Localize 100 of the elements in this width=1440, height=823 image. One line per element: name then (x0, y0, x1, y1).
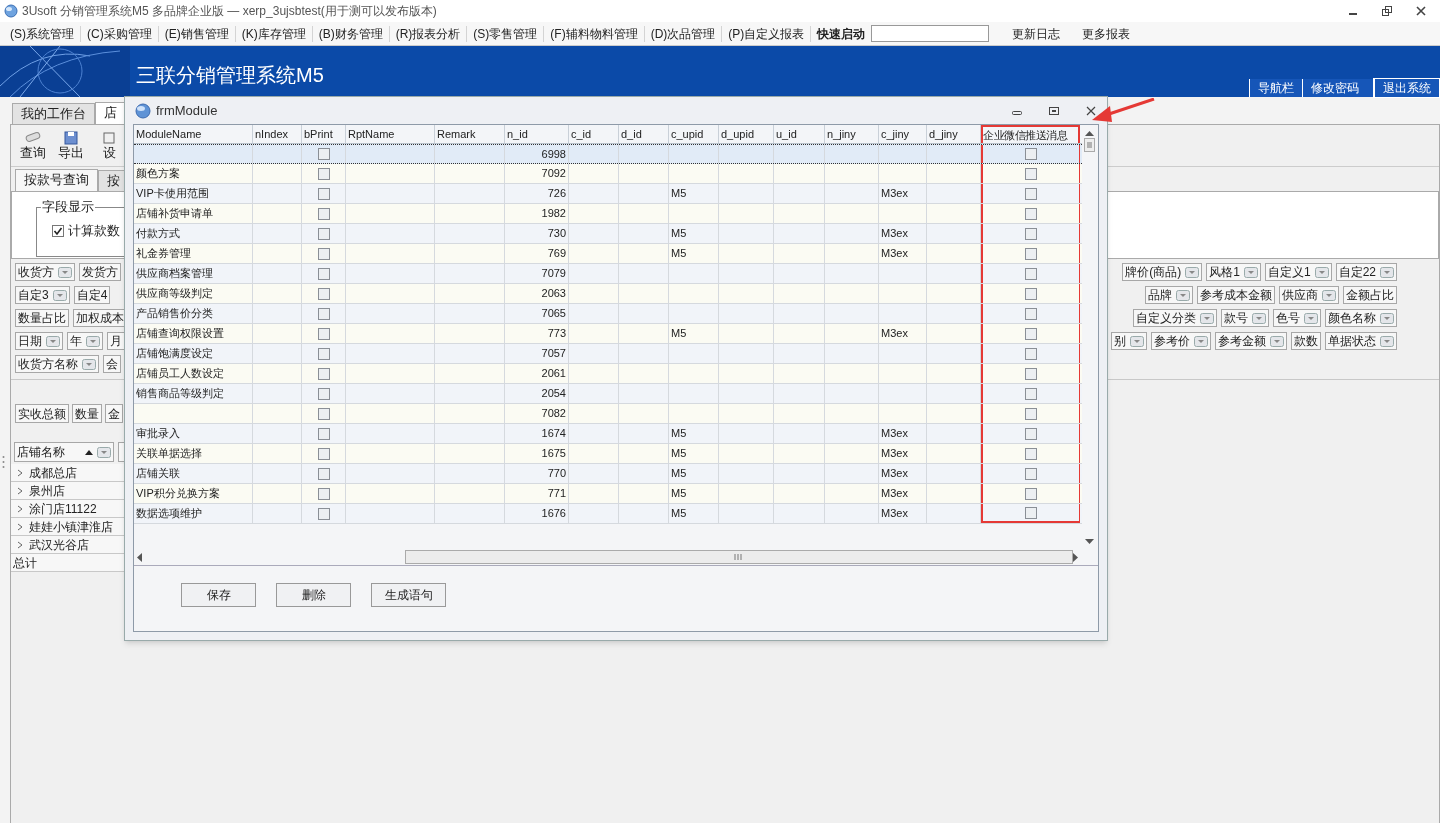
checkbox[interactable] (317, 367, 330, 380)
dropdown-icon[interactable] (1176, 289, 1190, 301)
field-chip[interactable]: 加权成本 (73, 309, 127, 327)
field-chip[interactable]: 参考金额 (1215, 332, 1287, 350)
field-chip[interactable]: 款数 (1291, 332, 1321, 350)
menu-item[interactable]: (K)库存管理 (235, 25, 313, 42)
grip-icon[interactable] (2, 455, 5, 469)
table-row[interactable]: 供应商档案管理 7079 (134, 264, 1082, 284)
field-chip[interactable]: 日期 (15, 332, 63, 350)
field-chip[interactable]: 数量占比 (15, 309, 69, 327)
checkbox[interactable] (1025, 167, 1037, 180)
checkbox[interactable] (317, 407, 330, 420)
dropdown-icon[interactable] (58, 266, 72, 278)
checkbox[interactable] (317, 227, 330, 240)
checkbox[interactable] (1025, 187, 1037, 200)
menu-item[interactable]: (E)销售管理 (158, 25, 236, 42)
field-chip[interactable]: 风格1 (1206, 263, 1261, 281)
toolbar-button[interactable]: 导出 (53, 131, 89, 160)
menu-item[interactable]: (S)系统管理 (4, 25, 81, 42)
menu-item[interactable]: (F)辅料物料管理 (544, 25, 645, 42)
field-chip[interactable]: 色号 (1273, 309, 1321, 327)
checkbox[interactable] (52, 224, 64, 237)
table-row[interactable]: 销售商品等级判定 2054 (134, 384, 1082, 404)
checkbox[interactable] (1025, 387, 1037, 400)
toolbar-button[interactable]: 查询 (15, 131, 51, 160)
dropdown-icon[interactable] (1243, 266, 1258, 278)
checkbox[interactable] (317, 507, 330, 520)
checkbox-option[interactable]: 计算款数 (52, 221, 120, 241)
banner-link[interactable]: 退出系统 (1373, 78, 1440, 98)
table-row[interactable]: VIP积分兑换方案 771 M5 M3ex (134, 484, 1082, 504)
column-header[interactable]: n_id (505, 125, 569, 143)
checkbox[interactable] (1025, 247, 1037, 260)
dialog-button[interactable]: 保存 (181, 583, 256, 607)
scroll-thumb-icon[interactable] (405, 550, 1073, 564)
column-header[interactable]: c_upid (669, 125, 719, 143)
menu-item[interactable]: (B)财务管理 (312, 25, 390, 42)
dropdown-icon[interactable] (1322, 289, 1336, 301)
column-header[interactable]: 店铺名称 (14, 442, 114, 462)
column-header[interactable]: Remark (435, 125, 505, 143)
menu-item[interactable]: 更多报表 (1076, 24, 1137, 43)
main-tab[interactable]: 我的工作台 (12, 103, 95, 124)
toolbar-button[interactable]: 设 (91, 131, 127, 160)
field-chip[interactable]: 自定义1 (1264, 263, 1332, 281)
horizontal-scrollbar[interactable] (136, 550, 1076, 564)
scroll-up-icon[interactable] (1084, 130, 1094, 136)
menu-item[interactable]: 更新日志 (1006, 24, 1067, 43)
checkbox[interactable] (317, 207, 330, 220)
column-header[interactable]: bPrint (302, 125, 346, 143)
dropdown-icon[interactable] (1380, 266, 1394, 278)
value-chip[interactable]: 实收总额 (15, 404, 69, 423)
field-chip[interactable]: 自定22 (1335, 263, 1397, 281)
table-row[interactable]: 付款方式 730 M5 M3ex (134, 224, 1082, 244)
checkbox[interactable] (1025, 427, 1037, 440)
dropdown-icon[interactable] (86, 335, 100, 347)
field-chip[interactable]: 会 (103, 355, 121, 373)
dropdown-icon[interactable] (1130, 335, 1144, 347)
checkbox[interactable] (317, 327, 330, 340)
checkbox[interactable] (1025, 287, 1037, 300)
checkbox[interactable] (1025, 207, 1037, 220)
dropdown-icon[interactable] (97, 446, 111, 458)
checkbox[interactable] (1025, 307, 1037, 320)
value-chip[interactable]: 金 (105, 404, 123, 423)
dropdown-icon[interactable] (1304, 312, 1318, 324)
field-chip[interactable]: 收货方名称 (15, 355, 99, 373)
table-row[interactable]: 店铺查询权限设置 773 M5 M3ex (134, 324, 1082, 344)
checkbox[interactable] (1025, 347, 1037, 360)
menu-item[interactable]: (C)采购管理 (81, 25, 159, 42)
checkbox[interactable] (317, 387, 330, 400)
table-row[interactable]: 6998 (134, 144, 1082, 164)
table-row[interactable]: 店铺员工人数设定 2061 (134, 364, 1082, 384)
checkbox[interactable] (317, 487, 330, 500)
checkbox[interactable] (317, 427, 330, 440)
field-chip[interactable]: 颜色名称 (1325, 309, 1397, 327)
checkbox[interactable] (1025, 407, 1037, 420)
field-chip[interactable]: 别 (1111, 332, 1147, 350)
menu-item[interactable]: (D)次品管理 (644, 25, 723, 42)
dropdown-icon[interactable] (52, 289, 67, 301)
field-chip[interactable]: 单据状态 (1325, 332, 1397, 350)
close-icon[interactable] (1085, 104, 1097, 117)
dropdown-icon[interactable] (1200, 312, 1214, 324)
checkbox[interactable] (1025, 327, 1037, 340)
dropdown-icon[interactable] (1185, 266, 1200, 278)
checkbox[interactable] (1025, 467, 1037, 480)
column-header[interactable]: c_jiny (879, 125, 927, 143)
checkbox[interactable] (1025, 367, 1037, 380)
table-row[interactable]: 产品销售价分类 7065 (134, 304, 1082, 324)
sub-tab[interactable]: 按款号查询 (15, 169, 98, 191)
dropdown-icon[interactable] (46, 335, 60, 347)
field-chip[interactable]: 参考成本金额 (1197, 286, 1275, 304)
checkbox[interactable] (1025, 447, 1037, 460)
dropdown-icon[interactable] (1380, 312, 1394, 324)
dropdown-icon[interactable] (1194, 335, 1208, 347)
checkbox[interactable] (317, 447, 330, 460)
value-chip[interactable]: 数量 (72, 404, 102, 423)
field-chip[interactable]: 参考价 (1151, 332, 1211, 350)
checkbox[interactable] (317, 167, 330, 180)
field-chip[interactable]: 自定3 (15, 286, 70, 304)
column-header[interactable]: c_id (569, 125, 619, 143)
checkbox[interactable] (1025, 227, 1037, 240)
dropdown-icon[interactable] (1270, 335, 1284, 347)
